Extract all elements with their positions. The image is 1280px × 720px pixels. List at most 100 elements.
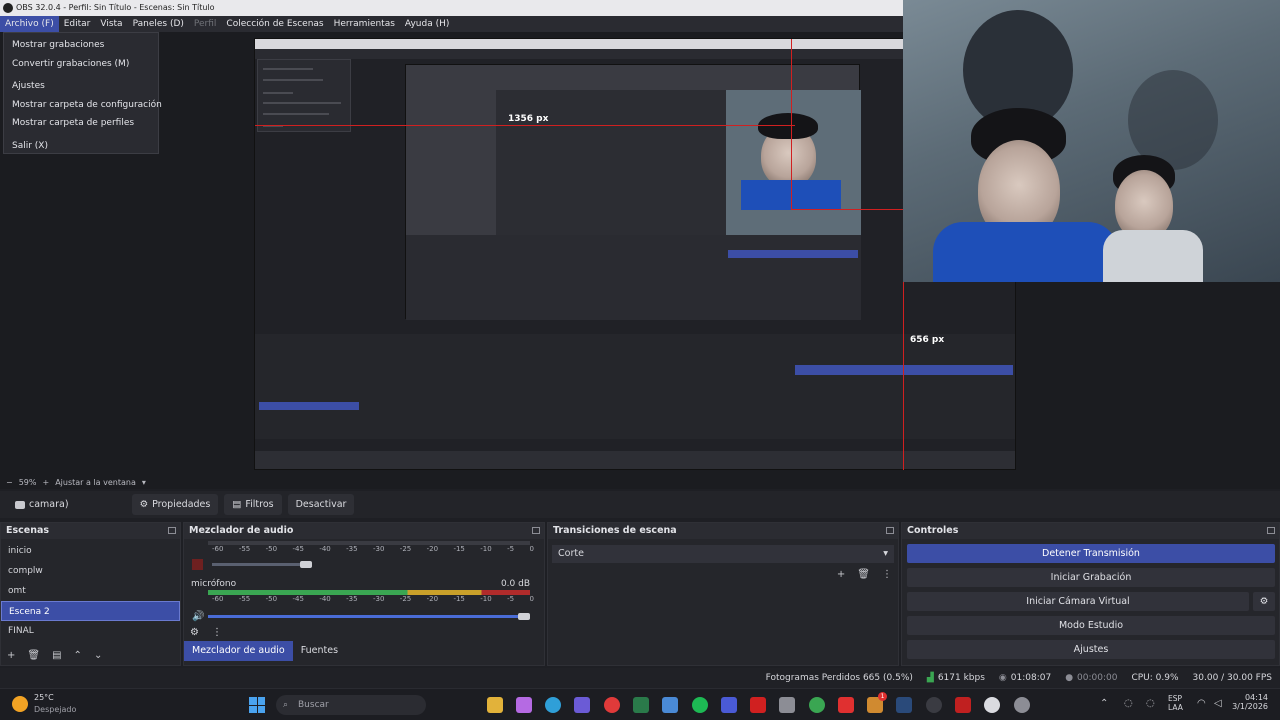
- zoom-out-button[interactable]: −: [6, 478, 13, 487]
- trash-icon[interactable]: 🗑: [857, 569, 870, 580]
- weather-icon[interactable]: [12, 696, 28, 712]
- menu-coleccion-escenas[interactable]: Colección de Escenas: [221, 16, 328, 32]
- camera-icon: [15, 500, 25, 509]
- copilot-icon[interactable]: [516, 697, 532, 713]
- scene-item-selected[interactable]: Escena 2: [1, 601, 180, 621]
- transition-select[interactable]: Corte ▾: [552, 545, 894, 563]
- obs-icon[interactable]: [926, 697, 942, 713]
- trash-icon[interactable]: 🗑: [27, 650, 40, 661]
- filter-icon: ▤: [232, 499, 242, 510]
- source-name: camara): [7, 494, 77, 515]
- language-indicator[interactable]: ESP LAA: [1168, 694, 1183, 712]
- scene-item[interactable]: complw: [1, 561, 180, 581]
- stop-stream-button[interactable]: Detener Transmisión: [907, 544, 1275, 563]
- up-arrow-icon[interactable]: ⌃: [74, 650, 82, 661]
- start-recording-button[interactable]: Iniciar Grabación: [907, 568, 1275, 587]
- chevron-up-icon[interactable]: ⌃: [1100, 698, 1108, 709]
- tray-icon[interactable]: ◌: [1124, 698, 1133, 709]
- menu-herramientas[interactable]: Herramientas: [329, 16, 400, 32]
- chrome-icon[interactable]: [809, 697, 825, 713]
- weather-temp[interactable]: 25°C: [34, 693, 54, 702]
- virtual-camera-settings-icon[interactable]: ⚙: [1253, 592, 1275, 611]
- scene-item[interactable]: FINAL: [1, 621, 180, 641]
- menu-ayuda[interactable]: Ayuda (H): [400, 16, 454, 32]
- kebab-menu-icon[interactable]: ⋮: [882, 569, 892, 580]
- add-icon[interactable]: +: [7, 650, 15, 661]
- rec-time: ● 00:00:00: [1065, 673, 1118, 683]
- chevron-down-icon[interactable]: ▾: [142, 478, 146, 487]
- menu-item-carpeta-configuracion[interactable]: Mostrar carpeta de configuración: [4, 96, 162, 115]
- channel-db: 0.0 dB: [500, 579, 530, 589]
- volume-slider[interactable]: [212, 563, 312, 566]
- zoom-value: 59%: [18, 477, 37, 487]
- menu-item-convertir-grabaciones[interactable]: Convertir grabaciones (M): [4, 55, 158, 74]
- window-title: OBS 32.0.4 - Perfil: Sin Título - Escena…: [16, 3, 215, 12]
- app-icon[interactable]: [662, 697, 678, 713]
- menu-editar[interactable]: Editar: [59, 16, 96, 32]
- edge-icon[interactable]: [545, 697, 561, 713]
- start-virtual-camera-button[interactable]: Iniciar Cámara Virtual: [907, 592, 1249, 611]
- undock-icon[interactable]: [1267, 527, 1275, 534]
- obs-logo-icon: [3, 3, 13, 13]
- down-arrow-icon[interactable]: ⌄: [94, 650, 102, 661]
- undock-icon[interactable]: [168, 527, 176, 534]
- properties-button[interactable]: ⚙ Propiedades: [131, 494, 219, 515]
- steam-icon[interactable]: [896, 697, 912, 713]
- nested-dropdown: [257, 59, 351, 132]
- menu-vista[interactable]: Vista: [95, 16, 127, 32]
- volume-slider-knob-2[interactable]: [518, 613, 530, 620]
- undock-icon[interactable]: [532, 527, 540, 534]
- mixer-settings-icon[interactable]: ⚙: [190, 627, 199, 638]
- zoom-fit-select[interactable]: Ajustar a la ventana: [55, 478, 136, 487]
- webcam-overlay: [903, 0, 1280, 282]
- taskbar-search[interactable]: ⌕ Buscar: [276, 695, 426, 715]
- windows-start-icon[interactable]: [249, 697, 265, 713]
- zoom-bar: − 59% + Ajustar a la ventana ▾: [0, 475, 1280, 489]
- teams-icon[interactable]: [574, 697, 590, 713]
- menu-item-carpeta-perfiles[interactable]: Mostrar carpeta de perfiles: [4, 114, 158, 133]
- channel-name: micrófono: [191, 579, 237, 589]
- app-icon[interactable]: [779, 697, 795, 713]
- tab-mezclador[interactable]: Mezclador de audio: [184, 641, 293, 661]
- media-player-icon[interactable]: [984, 697, 1000, 713]
- filters-button[interactable]: ▤ Filtros: [224, 494, 282, 515]
- volume-icon[interactable]: ◁: [1214, 698, 1222, 709]
- app-icon[interactable]: [633, 697, 649, 713]
- undock-icon[interactable]: [886, 527, 894, 534]
- deactivate-button[interactable]: Desactivar: [287, 494, 355, 515]
- tab-fuentes[interactable]: Fuentes: [293, 641, 346, 661]
- filter-icon[interactable]: ▤: [52, 650, 61, 661]
- menu-item-ajustes[interactable]: Ajustes: [4, 77, 158, 96]
- folder-icon[interactable]: [487, 697, 503, 713]
- speaker-icon[interactable]: 🔊: [192, 611, 204, 622]
- mute-button[interactable]: [192, 559, 203, 570]
- netflix-icon[interactable]: [750, 697, 766, 713]
- pinterest-icon[interactable]: [604, 697, 620, 713]
- scene-item[interactable]: inicio: [1, 541, 180, 561]
- app-icon[interactable]: [721, 697, 737, 713]
- menu-perfil[interactable]: Perfil: [189, 16, 222, 32]
- tray-icon[interactable]: ◌: [1146, 698, 1155, 709]
- menu-item-mostrar-grabaciones[interactable]: Mostrar grabaciones: [4, 36, 158, 55]
- preview-canvas[interactable]: 1356 px: [254, 38, 1016, 470]
- menu-paneles[interactable]: Paneles (D): [128, 16, 189, 32]
- zoom-in-button[interactable]: +: [42, 478, 49, 487]
- menu-item-salir[interactable]: Salir (X): [4, 137, 158, 156]
- weather-desc[interactable]: Despejado: [34, 705, 76, 714]
- app-icon[interactable]: [955, 697, 971, 713]
- kebab-menu-icon[interactable]: ⋮: [212, 627, 222, 638]
- volume-slider-knob[interactable]: [300, 561, 312, 568]
- clock[interactable]: 04:14 3/1/2026: [1232, 693, 1268, 711]
- menu-archivo[interactable]: Archivo (F): [0, 16, 59, 32]
- status-bar: Fotogramas Perdidos 665 (0.5%) ▟ 6171 kb…: [0, 668, 1280, 688]
- add-icon[interactable]: +: [837, 569, 845, 580]
- volume-slider-2[interactable]: [208, 615, 520, 618]
- fps: 30.00 / 30.00 FPS: [1192, 673, 1272, 683]
- settings-icon[interactable]: [1014, 697, 1030, 713]
- wifi-icon[interactable]: ◠: [1197, 698, 1206, 709]
- settings-button[interactable]: Ajustes: [907, 640, 1275, 659]
- scene-item[interactable]: omt: [1, 581, 180, 601]
- spotify-icon[interactable]: [692, 697, 708, 713]
- youtube-icon[interactable]: [838, 697, 854, 713]
- studio-mode-button[interactable]: Modo Estudio: [907, 616, 1275, 635]
